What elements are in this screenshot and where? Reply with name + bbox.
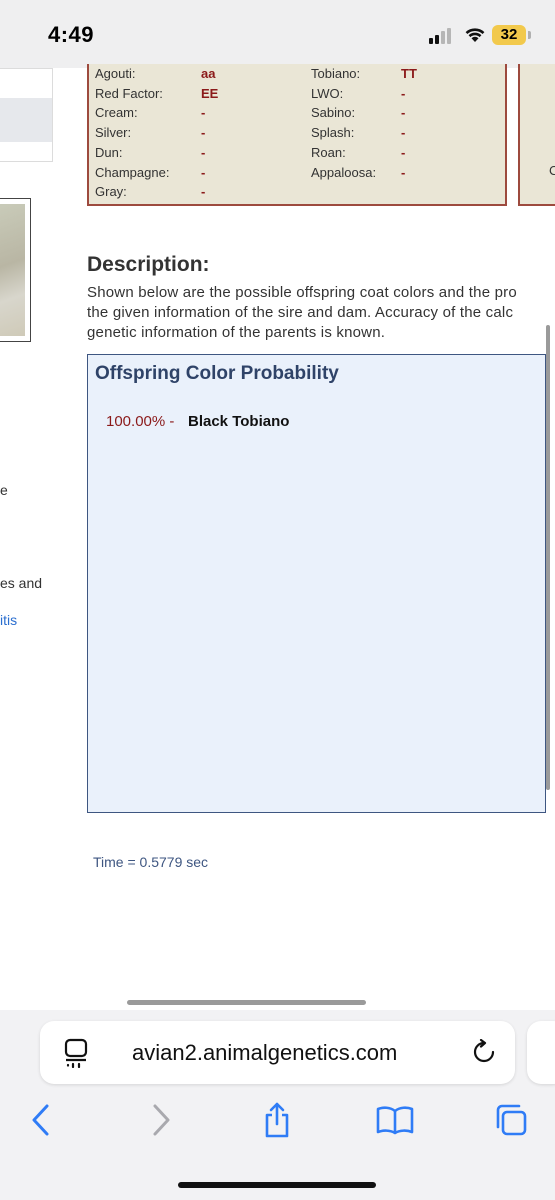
home-indicator[interactable] [178,1182,376,1188]
left-text-fragment: e [0,482,8,498]
gene-label: Champagne: [95,164,170,180]
gene-label: Splash: [311,125,355,141]
left-link-fragment[interactable]: itis [0,612,17,628]
page-scrollbar[interactable] [546,325,550,790]
horse-thumbnail-image [0,204,25,336]
description-line: the given information of the sire and da… [87,304,514,321]
gene-value: - [401,105,406,121]
parent-genetics-table: Agouti: aa Red Factor: EE Cream: - Silver: - Dun… [87,64,507,206]
gene-value: - [401,164,406,180]
tab-overview-icon[interactable] [64,1038,88,1073]
gene-label: Roan: [311,144,346,160]
description-line: genetic information of the parents is kn… [87,324,386,341]
share-icon[interactable] [257,1100,297,1140]
gene-value: - [401,85,406,101]
gene-label: Tobiano: [311,66,361,81]
wifi-icon [464,25,486,48]
offspring-color-name: Black Tobiano [188,413,290,430]
gene-label: Gray: [95,184,127,200]
signal-icon [429,28,455,44]
battery-icon: 32 [492,25,526,45]
gene-value: - [401,144,406,160]
address-bar[interactable]: avian2.animalgenetics.com [40,1021,515,1084]
description-line: Shown below are the possible offspring c… [87,284,517,301]
gene-value: - [201,164,206,180]
left-text-fragment: es and [0,575,43,591]
second-genetics-label: C [549,163,555,178]
offspring-probability-panel: Offspring Color Probability 100.00% - Bl… [87,354,546,813]
reload-icon[interactable] [471,1038,497,1070]
tabs-icon[interactable] [491,1100,531,1140]
gene-label: Red Factor: [95,85,163,101]
url-text[interactable]: avian2.animalgenetics.com [132,1040,397,1066]
gene-label: Agouti: [95,66,136,81]
gene-value: aa [201,66,216,81]
gene-value: - [201,105,206,121]
gene-label: Silver: [95,125,132,141]
gene-label: Sabino: [311,105,356,121]
status-time: 4:49 [48,22,95,47]
gene-value: - [401,125,406,141]
gene-value: - [201,144,206,160]
gene-label: Appaloosa: [311,164,377,180]
forward-icon[interactable] [141,1100,181,1140]
gene-value: - [201,125,206,141]
gene-label: Dun: [95,144,123,160]
screen: 4:49 32 e es and itis Agouti: aa Red Facto… [0,0,555,1200]
sheet-grabber[interactable] [127,1000,366,1005]
description-title: Description: [87,253,210,276]
battery-tip [528,31,531,39]
gene-value: TT [401,66,417,81]
computation-time: Time = 0.5779 sec [93,854,209,870]
horse-thumbnail[interactable] [0,198,31,342]
status-bar: 4:49 32 [0,0,555,68]
gene-value: EE [201,85,219,101]
back-icon[interactable] [21,1100,61,1140]
left-sidebar-highlight[interactable] [0,98,52,142]
second-genetics-table [518,64,555,206]
gene-label: Cream: [95,105,138,121]
offspring-panel-title: Offspring Color Probability [95,363,339,384]
bookmarks-icon[interactable] [375,1100,415,1140]
gene-value: - [201,184,206,200]
gene-label: LWO: [311,85,344,101]
next-tab-preview[interactable] [527,1021,555,1084]
offspring-percent: 100.00% - [106,413,175,430]
